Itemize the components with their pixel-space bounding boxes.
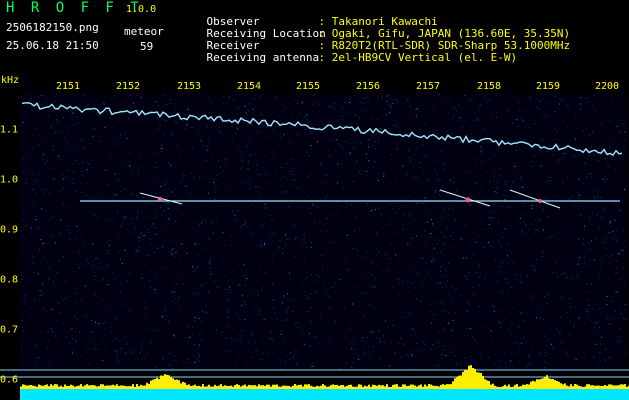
time-tick: 2154 <box>236 81 262 92</box>
frequency-tick: 0.8 <box>0 274 19 286</box>
info-value: : 2el-HB9CV Vertical (el. E-W) <box>318 51 518 64</box>
frequency-tick: 0.7 <box>0 324 19 336</box>
meteor-ping-core <box>465 197 471 203</box>
info-label: Receiving antenna <box>206 51 320 64</box>
meteor-ping-core <box>157 196 163 202</box>
hrofft-window: H R O F F T 1.0.0 2506182150.png 25.06.1… <box>0 0 629 400</box>
time-tick: 2157 <box>415 81 441 92</box>
frequency-tick: 1.0 <box>0 174 19 186</box>
time-tick: 2155 <box>295 81 321 92</box>
file-name: 2506182150.png <box>6 21 99 34</box>
frequency-unit: kHz <box>1 75 20 86</box>
time-tick: 2153 <box>176 81 202 92</box>
level-meter-base <box>20 389 629 400</box>
time-tick: 2152 <box>115 81 141 92</box>
time-tick: 2158 <box>476 81 502 92</box>
app-title: H R O F F T <box>6 0 143 16</box>
meteor-ping-core <box>538 199 542 203</box>
app-version: 1.0.0 <box>126 4 157 15</box>
frequency-tick: 0.6 <box>0 374 19 386</box>
spectrogram-background <box>20 94 627 370</box>
frequency-tick: 0.9 <box>0 224 19 236</box>
time-tick: 2151 <box>55 81 81 92</box>
time-tick: 2200 <box>594 81 620 92</box>
meteor-label: meteor <box>124 25 164 38</box>
info-antenna: Receiving antenna: 2el-HB9CV Vertical (e… <box>180 40 518 76</box>
date-time: 25.06.18 21:50 <box>6 39 99 52</box>
frequency-tick: 1.1 <box>0 124 19 136</box>
time-tick: 2156 <box>355 81 381 92</box>
time-tick: 2159 <box>535 81 561 92</box>
meteor-count: 59 <box>140 40 154 53</box>
